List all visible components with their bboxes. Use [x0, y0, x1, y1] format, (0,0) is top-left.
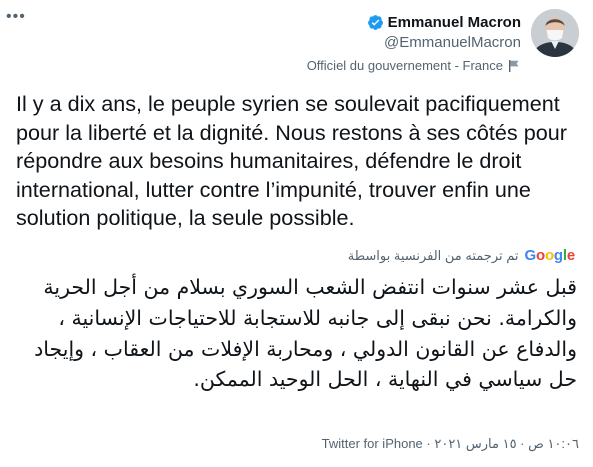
author-name: Emmanuel Macron: [387, 13, 521, 31]
verified-badge-icon: [367, 14, 383, 30]
translated-by-label: تم ترجمته من الفرنسية بواسطة: [347, 247, 519, 263]
tweet-source[interactable]: Twitter for iPhone: [322, 436, 423, 451]
tweet-card: ••• Emmanuel Macron @EmmanuelMacron Offi…: [0, 0, 593, 467]
avatar[interactable]: [531, 9, 579, 57]
tweet-metadata: ١٠:٠٦ ص · ١٥ مارس ٢٠٢١ · Twitter for iPh…: [322, 436, 579, 452]
google-logo: Google: [524, 247, 576, 264]
tweet-timestamp[interactable]: ١٠:٠٦ ص · ١٥ مارس ٢٠٢١: [434, 436, 579, 451]
tweet-text-translated: قبل عشر سنوات انتفض الشعب السوري بسلام م…: [34, 275, 577, 392]
meta-separator: ·: [422, 436, 431, 451]
tweet-text-original: Il y a dix ans, le peuple syrien se soul…: [16, 91, 567, 231]
government-flag-icon: [509, 59, 519, 72]
author-handle[interactable]: @EmmanuelMacron: [384, 34, 521, 51]
government-label: Officiel du gouvernement - France: [307, 58, 519, 73]
translation-attribution[interactable]: Google تم ترجمته من الفرنسية بواسطة: [348, 247, 575, 264]
government-label-text: Officiel du gouvernement - France: [306, 58, 503, 73]
more-options-icon[interactable]: •••: [6, 9, 25, 25]
author-name-row[interactable]: Emmanuel Macron: [367, 12, 521, 32]
